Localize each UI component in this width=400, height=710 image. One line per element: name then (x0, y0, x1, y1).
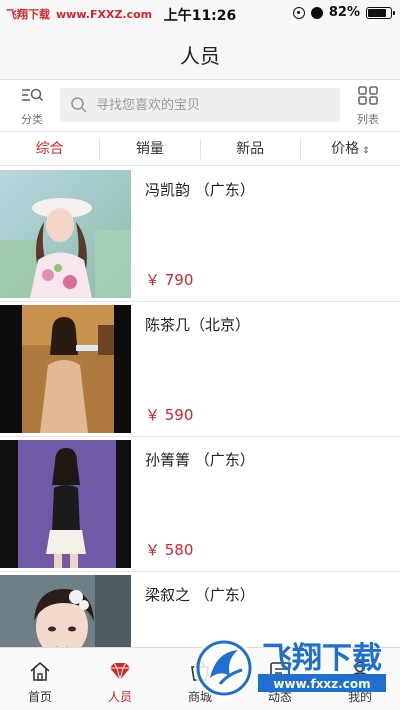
sort-tab-price[interactable]: 价格 ⇕ (301, 139, 400, 159)
category-label: 分类 (21, 113, 43, 126)
tab-label: 首页 (27, 690, 52, 704)
list-item[interactable]: 陈茶几（北京） ￥ 590 (0, 302, 400, 437)
item-name: 冯凯韵 （广东） (145, 181, 255, 199)
sort-tab-sales[interactable]: 销量 (100, 138, 201, 159)
alarm-icon (310, 6, 323, 19)
home-icon (30, 662, 50, 681)
sort-tab-label: 销量 (135, 140, 164, 157)
people-icon (110, 662, 130, 681)
list-view-label: 列表 (357, 113, 379, 126)
status-right: 82% (292, 5, 395, 20)
tab-home[interactable]: 首页 (0, 648, 80, 710)
battery-percent: 82% (328, 5, 360, 20)
item-price: ￥ 580 (145, 541, 194, 559)
sort-tab-new[interactable]: 新品 (201, 138, 301, 159)
search-box[interactable] (60, 88, 340, 122)
watermark-bottom-url: www.fxxz.com (273, 677, 370, 691)
sort-tabs: 综合 销量 新品 价格 ⇕ (0, 132, 400, 166)
rotation-lock-icon (292, 6, 305, 19)
sort-tab-label: 新品 (236, 140, 265, 157)
sort-tab-label: 价格 (331, 140, 360, 157)
sort-tab-comprehensive[interactable]: 综合 (0, 138, 101, 159)
search-row: 分类 列表 (0, 80, 400, 132)
item-name: 梁叙之 （广东） (145, 586, 255, 604)
nav-bar: 人员 (0, 28, 400, 80)
search-icon (71, 97, 87, 113)
watermark-logo: 飞翔下载 www.fxxz.com (190, 630, 390, 702)
item-price: ￥ 790 (145, 271, 194, 289)
person-photo (0, 440, 131, 568)
category-icon (22, 88, 44, 102)
list-view-button[interactable]: 列表 (348, 86, 388, 126)
tab-label: 人员 (107, 690, 132, 704)
sort-arrows-icon: ⇕ (362, 145, 370, 156)
grid-icon (358, 86, 378, 105)
person-photo (0, 170, 131, 298)
person-photo (0, 305, 131, 433)
list-item[interactable]: 孙箐箐 （广东） ￥ 580 (0, 437, 400, 572)
list-item[interactable]: 冯凯韵 （广东） ￥ 790 (0, 167, 400, 302)
item-price: ￥ 590 (145, 406, 194, 424)
item-name: 孙箐箐 （广东） (145, 451, 255, 469)
item-name: 陈茶几（北京） (145, 316, 251, 334)
sort-tab-label: 综合 (35, 140, 64, 157)
category-button[interactable]: 分类 (12, 86, 52, 126)
page-title: 人员 (180, 44, 220, 68)
people-list: 冯凯韵 （广东） ￥ 790 陈茶几（北京） ￥ 590 孙箐箐 （广东） ￥ … (0, 167, 400, 647)
tab-people[interactable]: 人员 (80, 648, 160, 710)
status-bar: 飞翔下载 www.FXXZ.com 上午11:26 82% (0, 0, 400, 28)
battery-fill (368, 8, 387, 17)
search-input[interactable] (96, 97, 326, 113)
watermark-bottom-brand: 飞翔下载 (262, 641, 382, 676)
battery-icon (366, 6, 395, 19)
person-photo (0, 575, 131, 647)
